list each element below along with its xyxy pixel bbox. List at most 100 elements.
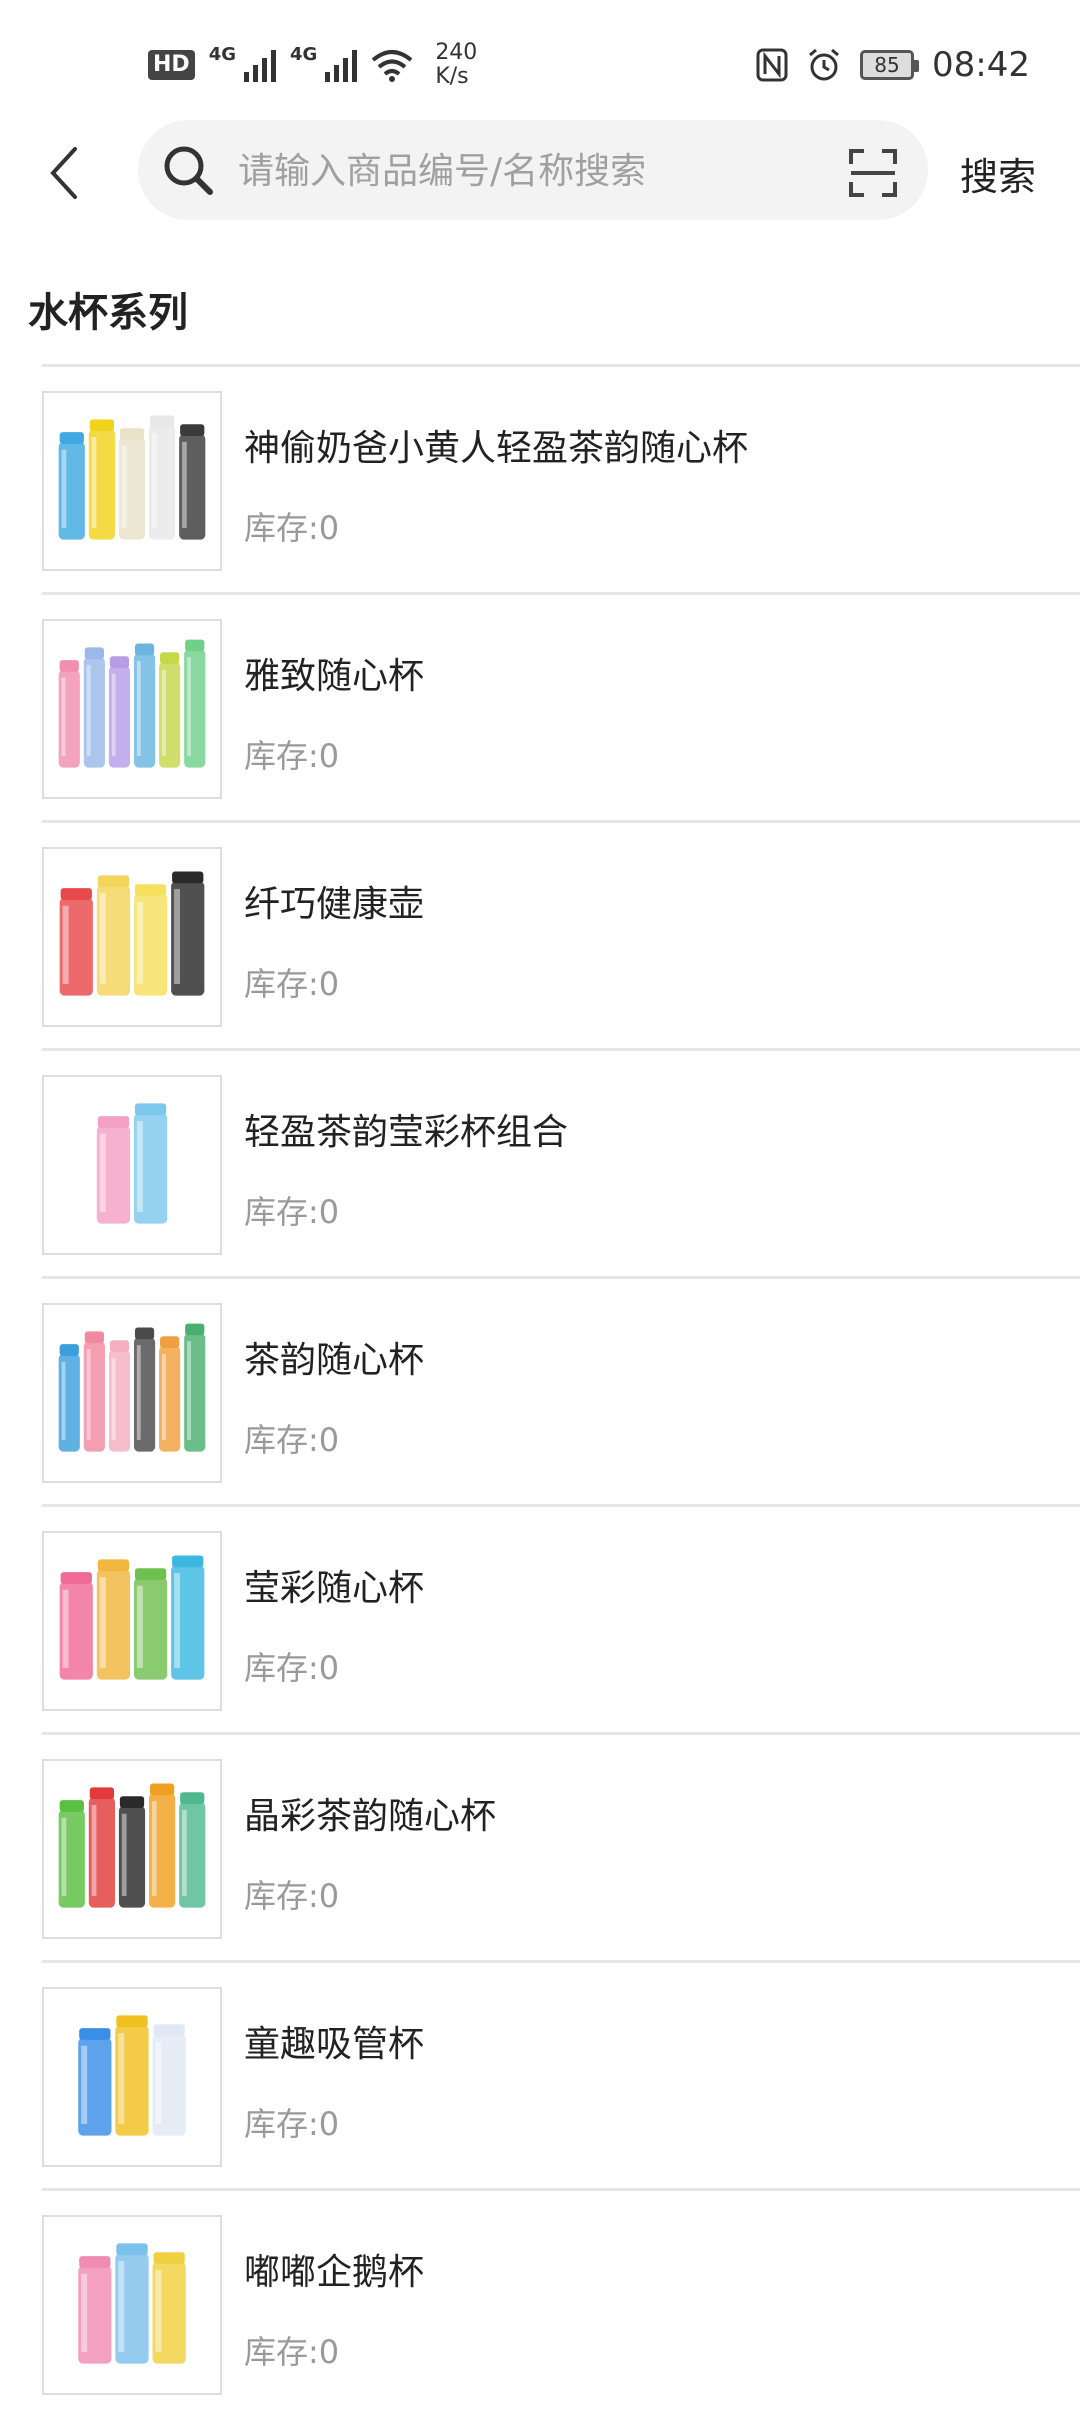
bottle-highlight <box>61 677 66 756</box>
bottle-highlight <box>62 905 69 984</box>
signal-icon-1 <box>244 48 276 82</box>
status-right: 85 08:42 <box>756 40 1030 90</box>
product-image <box>96 1103 168 1224</box>
bottle-highlight <box>182 1809 187 1896</box>
product-item[interactable]: 雅致随心杯库存:0 <box>42 592 1080 820</box>
bottle-highlight <box>151 433 157 528</box>
bottle-highlight <box>62 1589 69 1668</box>
alarm-icon <box>809 48 839 81</box>
product-item[interactable]: 童趣吸管杯库存:0 <box>42 1960 1080 2188</box>
product-name: 晶彩茶韵随心杯 <box>244 1796 497 1837</box>
bottle-highlight <box>86 665 91 756</box>
chevron-left-icon <box>50 147 77 199</box>
product-name: 童趣吸管杯 <box>244 2024 425 2065</box>
product-item[interactable]: 轻盈茶韵莹彩杯组合 库存:0 <box>42 1048 1080 1276</box>
product-item[interactable]: 嘟嘟企鹅杯库存:0 <box>42 2188 1080 2416</box>
product-item[interactable]: 晶彩茶韵随心杯 库存:0 <box>42 1732 1080 1960</box>
bottle-highlight <box>121 1813 127 1896</box>
bottle-highlight <box>111 673 116 756</box>
bottle-highlight <box>81 2273 88 2352</box>
product-name: 轻盈茶韵莹彩杯组合 <box>244 1112 569 1153</box>
product-stock: 库存:0 <box>244 2105 340 2143</box>
product-stock: 库存:0 <box>244 1877 340 1915</box>
bottle-highlight <box>91 1805 97 1896</box>
product-stock: 库存:0 <box>244 509 340 547</box>
product-item[interactable]: 纤巧健康壶库存:0 <box>42 820 1080 1048</box>
status-bar: HD 4G 4G 240 K/s 85 08:42 <box>0 0 1080 120</box>
speed-unit: K/s <box>435 64 469 89</box>
bottle-highlight <box>174 1573 181 1668</box>
product-list: 神偷奶爸小黄人轻盈茶韵随心杯 库存:0 雅致随心杯 库存:0 纤巧健康壶 库存:0 轻盈茶韵… <box>42 364 1080 2416</box>
product-image <box>78 2243 186 2364</box>
product-item[interactable]: 神偷奶爸小黄人轻盈茶韵随心杯 库存:0 <box>42 364 1080 592</box>
bottle-highlight <box>174 889 181 984</box>
product-stock: 库存:0 <box>244 1649 340 1687</box>
bottle-highlight <box>182 441 187 528</box>
search-input[interactable] <box>236 142 780 200</box>
product-name: 嘟嘟企鹅杯 <box>244 2252 425 2293</box>
product-image <box>58 639 206 768</box>
bottle-highlight <box>81 2045 88 2124</box>
network-type-1: 4G <box>208 44 236 65</box>
wifi-icon <box>372 50 413 82</box>
product-stock: 库存:0 <box>244 2333 340 2371</box>
bottle-highlight <box>155 2041 162 2124</box>
section-title: 水杯系列 <box>28 290 188 336</box>
signal-icon-2 <box>325 48 358 82</box>
product-thumbnail <box>42 1303 222 1483</box>
battery-icon: 85 <box>860 50 920 80</box>
bottle-highlight <box>91 437 97 528</box>
product-name: 雅致随心杯 <box>244 656 425 697</box>
product-thumbnail <box>42 1531 222 1711</box>
bottle-highlight <box>161 1353 166 1440</box>
bottle-highlight <box>118 2261 125 2352</box>
search-box <box>138 120 928 220</box>
bottle-highlight <box>118 2033 125 2124</box>
product-image <box>58 1783 206 1908</box>
product-stock: 库存:0 <box>244 737 340 775</box>
bottle-highlight <box>161 669 166 756</box>
search-header: 搜索 <box>0 118 1080 226</box>
product-name: 茶韵随心杯 <box>244 1340 425 1381</box>
bottle-highlight <box>187 657 191 756</box>
product-thumbnail <box>42 847 222 1027</box>
bottle-highlight <box>99 1577 106 1668</box>
product-image <box>58 1323 206 1452</box>
bottle-highlight <box>136 1585 143 1668</box>
product-name: 莹彩随心杯 <box>244 1568 425 1609</box>
bottle-highlight <box>99 893 106 984</box>
scan-icon[interactable] <box>848 148 898 198</box>
product-item[interactable]: 莹彩随心杯库存:0 <box>42 1504 1080 1732</box>
product-thumbnail <box>42 1759 222 1939</box>
product-thumbnail <box>42 2215 222 2395</box>
search-button[interactable]: 搜索 <box>960 146 1036 201</box>
speed-value: 240 <box>435 40 478 65</box>
product-image <box>78 2015 186 2136</box>
status-left: HD 4G 4G 240 K/s <box>148 40 477 90</box>
bottle-highlight <box>61 1361 66 1440</box>
product-image <box>59 871 205 996</box>
network-type-2: 4G <box>290 44 318 65</box>
back-button[interactable] <box>30 138 100 208</box>
bottle-highlight <box>136 1121 143 1212</box>
bottle-highlight <box>136 1345 141 1440</box>
bottle-highlight <box>136 901 143 984</box>
product-item[interactable]: 茶韵随心杯库存:0 <box>42 1276 1080 1504</box>
bottle-highlight <box>99 1133 106 1212</box>
bottle-highlight <box>61 449 67 528</box>
product-stock: 库存:0 <box>244 1421 340 1459</box>
product-thumbnail <box>42 391 222 571</box>
product-image <box>58 415 206 540</box>
product-name: 神偷奶爸小黄人轻盈茶韵随心杯 <box>244 428 749 469</box>
product-name: 纤巧健康壶 <box>244 884 425 925</box>
bottle-highlight <box>86 1349 91 1440</box>
bottle-highlight <box>61 1817 67 1896</box>
product-stock: 库存:0 <box>244 965 340 1003</box>
bottle-highlight <box>136 661 141 756</box>
product-image <box>59 1555 205 1680</box>
search-icon <box>164 146 213 195</box>
battery-level: 85 <box>874 53 900 77</box>
bottle-highlight <box>151 1801 157 1896</box>
bottle-highlight <box>121 445 127 528</box>
product-thumbnail <box>42 619 222 799</box>
